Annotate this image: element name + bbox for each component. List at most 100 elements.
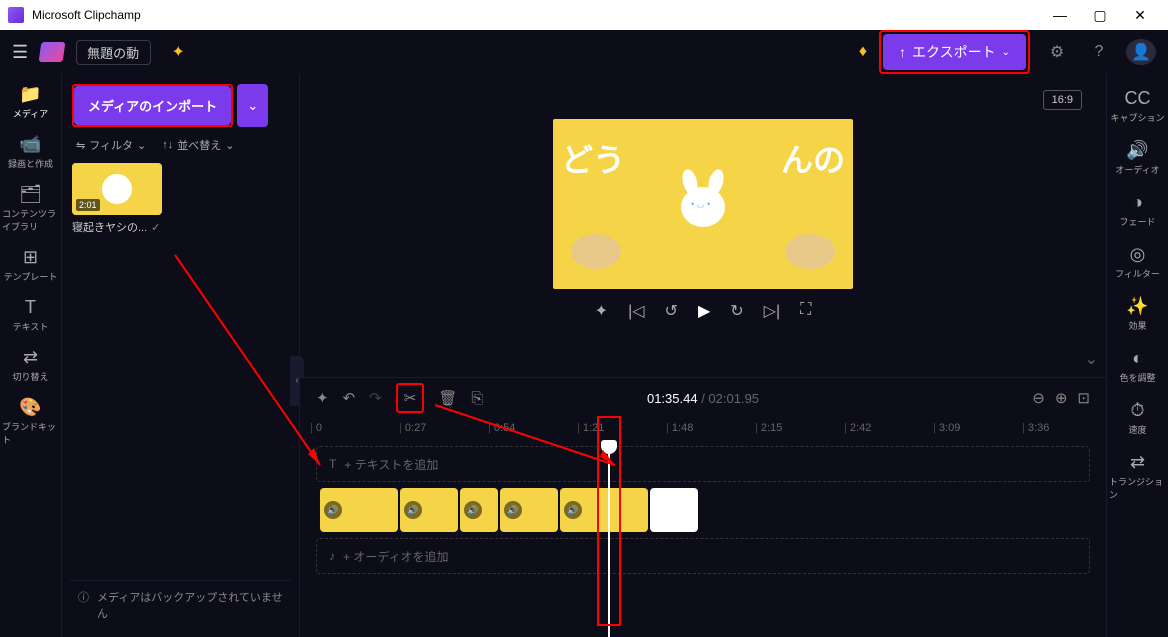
help-icon[interactable]: ? [1084,43,1114,61]
nav-text-icon: T [25,297,36,318]
nav-transitions[interactable]: ⇄切り替え [0,341,61,389]
left-sidebar: 📁メディア📹録画と作成🗂コンテンツライブラリ⊞テンプレートTテキスト⇄切り替え🎨… [0,74,62,637]
filter-icon: ⇋ [76,139,85,152]
video-clip[interactable]: 🔊 [460,488,498,532]
import-media-button[interactable]: メディアのインポート [74,86,231,125]
close-button[interactable]: ✕ [1120,0,1160,30]
fullscreen-button[interactable]: ⛶ [800,301,811,321]
audio-track[interactable]: ♪ + オーディオを追加 [316,538,1090,574]
nav-library[interactable]: 🗂コンテンツライブラリ [0,178,61,239]
account-icon[interactable]: 👤 [1126,39,1156,65]
sort-button[interactable]: ↑↓ 並べ替え ⌄ [162,137,234,153]
mute-icon[interactable]: 🔊 [564,501,582,519]
filter-button[interactable]: ⇋ フィルタ ⌄ [76,137,146,153]
video-clip[interactable]: 🔊 [400,488,458,532]
play-button[interactable]: ▶ [698,301,710,321]
nav-transitions-icon: ⇄ [23,347,38,368]
auto-enhance-button[interactable]: ✦ [316,389,329,407]
video-clip[interactable] [650,488,698,532]
zoom-fit-button[interactable]: ⊡ [1077,389,1090,407]
rnav-filter[interactable]: ◎フィルター [1107,238,1168,286]
skip-end-button[interactable]: ▷| [764,301,780,321]
upload-icon: ↑ [899,44,906,60]
settings-icon[interactable]: ⚙ [1042,42,1072,62]
video-track[interactable]: 🔊 🔊 🔊 🔊 🔊 [316,488,1090,532]
maximize-button[interactable]: ▢ [1080,0,1120,30]
rnav-captions[interactable]: CCキャプション [1107,82,1168,130]
mute-icon[interactable]: 🔊 [464,501,482,519]
rnav-effects-icon: ✨ [1126,296,1148,317]
magic-icon[interactable]: ✦ [163,42,193,62]
forward-button[interactable]: ↻ [730,301,743,321]
text-track[interactable]: T + テキストを追加 [316,446,1090,482]
nav-brand-icon: 🎨 [19,397,41,418]
topbar: ☰ ✦ ♦ ↑ エクスポート ⌄ ⚙ ? 👤 [0,30,1168,74]
info-icon: ⓘ [78,589,89,605]
mute-icon[interactable]: 🔊 [504,501,522,519]
rnav-speed-icon: ⏱ [1130,400,1144,421]
undo-button[interactable]: ↶ [343,389,356,407]
nav-brand[interactable]: 🎨ブランドキット [0,391,61,452]
nav-record[interactable]: 📹録画と作成 [0,128,61,176]
redo-button[interactable]: ↷ [369,389,382,407]
mute-icon[interactable]: 🔊 [404,501,422,519]
rnav-fade[interactable]: ◑フェード [1107,186,1168,234]
rnav-color-icon: ◐ [1132,348,1143,369]
duplicate-button[interactable]: ⎘ [471,390,483,407]
right-sidebar: CCキャプション🔊オーディオ◑フェード◎フィルター✨効果◐色を調整⏱速度⇄トラン… [1106,74,1168,637]
ruler-tick: | 3:36 [1022,422,1049,434]
app-icon [8,7,24,23]
ruler-tick: | 0:54 [488,422,515,434]
skip-start-button[interactable]: |◁ [628,301,644,321]
video-preview[interactable]: どう んの • ◡ • [553,119,853,289]
nav-media[interactable]: 📁メディア [0,78,61,126]
video-clip[interactable]: 🔊 [320,488,398,532]
chevron-down-icon: ⌄ [1002,47,1010,58]
playback-controls: ✦ |◁ ↺ ▶ ↻ ▷| ⛶ [583,289,824,333]
music-icon: ♪ [329,549,335,563]
split-button[interactable]: ✂ [396,383,425,413]
premium-icon[interactable]: ♦ [859,43,867,61]
current-time: 01:35.44 [647,391,698,406]
rnav-fade-icon: ◑ [1132,192,1143,213]
ruler-tick: | 0 [310,422,322,434]
zoom-in-button[interactable]: ⊕ [1055,389,1068,407]
rnav-color[interactable]: ◐色を調整 [1107,342,1168,390]
ruler-tick: | 3:09 [933,422,960,434]
zoom-out-button[interactable]: ⊖ [1032,389,1045,407]
thumb-name: 寝起きヤシの... [72,219,147,235]
project-title-input[interactable] [76,40,151,65]
rnav-audio[interactable]: 🔊オーディオ [1107,134,1168,182]
nav-templates-icon: ⊞ [23,247,38,268]
ruler-tick: | 1:48 [666,422,693,434]
enhance-icon[interactable]: ✦ [595,301,608,321]
rnav-speed[interactable]: ⏱速度 [1107,394,1168,442]
collapse-preview-button[interactable]: ⌄ [1085,349,1098,369]
aspect-ratio-badge[interactable]: 16:9 [1043,90,1082,110]
video-clip[interactable]: 🔊 [500,488,558,532]
timeline-ruler[interactable]: | 0| 0:27| 0:54| 1:21| 1:48| 2:15| 2:42|… [300,418,1106,442]
window-title: Microsoft Clipchamp [32,8,1040,22]
ruler-tick: | 2:15 [755,422,782,434]
rewind-button[interactable]: ↺ [665,301,678,321]
rnav-effects[interactable]: ✨効果 [1107,290,1168,338]
rnav-transition[interactable]: ⇄トランジション [1107,446,1168,507]
import-dropdown-button[interactable]: ⌄ [237,84,268,127]
delete-button[interactable]: 🗑 [438,389,457,407]
text-icon: T [329,457,336,471]
thumb-duration: 2:01 [76,199,100,211]
clipchamp-logo [39,42,66,62]
preview-area: 16:9 どう んの • ◡ • ✦ |◁ ↺ ▶ ↻ ▷| ⛶ [300,74,1106,377]
nav-library-icon: 🗂 [19,184,42,205]
minimize-button[interactable]: — [1040,0,1080,30]
rnav-transition-icon: ⇄ [1130,452,1145,473]
total-duration: 02:01.95 [708,391,759,406]
mute-icon[interactable]: 🔊 [324,501,342,519]
media-thumbnail[interactable]: 2:01 寝起きヤシの... ✓ [72,163,166,235]
media-panel: メディアのインポート ⌄ ⇋ フィルタ ⌄ ↑↓ 並べ替え ⌄ 2:01 [62,74,300,637]
hamburger-icon[interactable]: ☰ [12,42,28,63]
check-icon: ✓ [151,221,160,234]
nav-text[interactable]: Tテキスト [0,291,61,339]
nav-templates[interactable]: ⊞テンプレート [0,241,61,289]
export-button[interactable]: ↑ エクスポート ⌄ [883,34,1026,70]
